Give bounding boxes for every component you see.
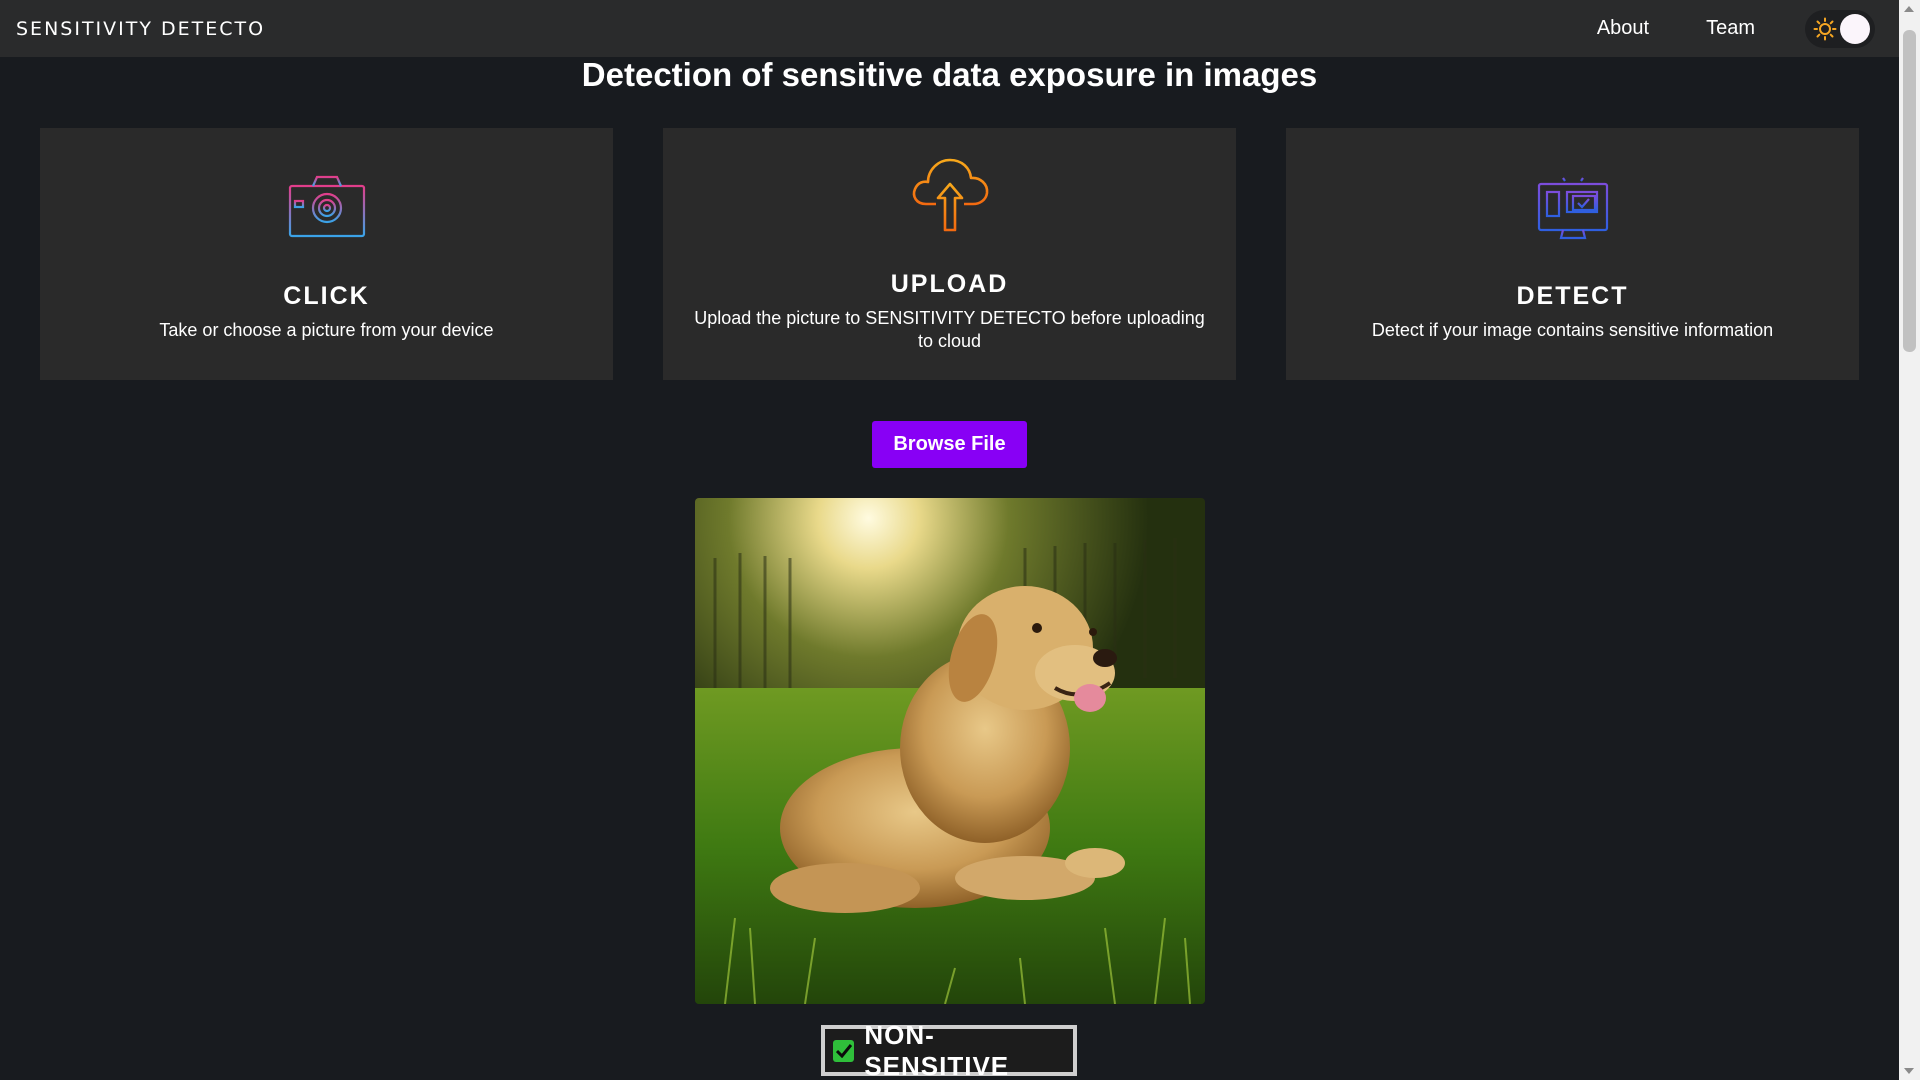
toggle-knob — [1840, 13, 1870, 44]
brand-logo-text[interactable]: SENSITIVITY DETECTO — [16, 18, 265, 40]
theme-toggle[interactable] — [1805, 9, 1875, 48]
scrollbar-thumb[interactable] — [1903, 30, 1916, 352]
sun-icon — [1813, 17, 1837, 40]
scroll-down-arrow-icon[interactable] — [1904, 1068, 1914, 1074]
card-detect: DETECT Detect if your image contains sen… — [1286, 128, 1859, 380]
camera-icon — [288, 175, 365, 238]
card-description: Take or choose a picture from your devic… — [159, 320, 494, 340]
monitor-detect-icon — [1537, 176, 1608, 240]
navbar: SENSITIVITY DETECTO About Team — [0, 0, 1899, 57]
card-upload: UPLOAD Upload the picture to SENSITIVITY… — [663, 128, 1236, 380]
nav-links: About Team — [1540, 9, 1883, 48]
dog-photo — [695, 498, 1205, 1004]
card-title: CLICK — [283, 282, 370, 310]
browse-file-button[interactable]: Browse File — [872, 421, 1027, 468]
card-title: DETECT — [1516, 282, 1629, 310]
checkbox-checked-icon — [833, 1039, 855, 1062]
page-title: Detection of sensitive data exposure in … — [581, 56, 1318, 93]
card-click: CLICK Take or choose a picture from your… — [40, 128, 613, 380]
uploaded-image-preview — [695, 498, 1205, 1004]
scroll-up-arrow-icon[interactable] — [1904, 6, 1914, 12]
card-title: UPLOAD — [890, 270, 1009, 298]
nav-link-team[interactable]: Team — [1706, 17, 1755, 40]
result-badge: NON-SENSITIVE — [821, 1020, 1077, 1080]
page-scrollbar[interactable] — [1899, 0, 1920, 1080]
card-description: Detect if your image contains sensitive … — [1371, 320, 1774, 340]
nav-link-about[interactable]: About — [1597, 17, 1649, 40]
cloud-upload-icon — [912, 158, 988, 232]
result-label: NON-SENSITIVE — [864, 1019, 1010, 1080]
card-description: Upload the picture to SENSITIVITY DETECT… — [694, 308, 1205, 351]
